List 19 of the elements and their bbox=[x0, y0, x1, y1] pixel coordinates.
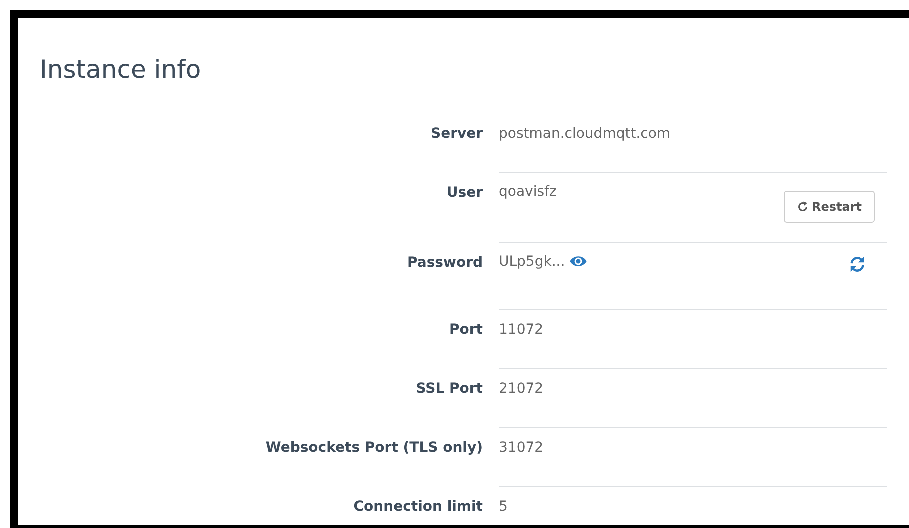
refresh-icon[interactable] bbox=[849, 256, 866, 273]
field-value: 5 bbox=[499, 499, 508, 515]
field-label: Websockets Port (TLS only) bbox=[264, 439, 483, 458]
field-value: 21072 bbox=[499, 381, 544, 397]
eye-icon[interactable] bbox=[569, 255, 588, 268]
field-value: 31072 bbox=[499, 440, 544, 456]
restart-icon bbox=[796, 201, 809, 213]
restart-button[interactable]: Restart bbox=[784, 191, 875, 223]
field-label: User bbox=[446, 184, 483, 203]
section-title: Instance info bbox=[39, 54, 202, 86]
field-value: qoavisfz bbox=[499, 184, 557, 200]
field-value: postman.cloudmqtt.com bbox=[499, 126, 671, 142]
field-label: Password bbox=[406, 254, 483, 273]
field-label: Connection limit bbox=[352, 498, 483, 517]
field-label: SSL Port bbox=[415, 380, 483, 399]
field-label: Port bbox=[448, 321, 483, 340]
field-label: Server bbox=[430, 125, 483, 144]
field-value: 11072 bbox=[499, 322, 544, 338]
field-value: ULp5gk... bbox=[499, 254, 566, 270]
